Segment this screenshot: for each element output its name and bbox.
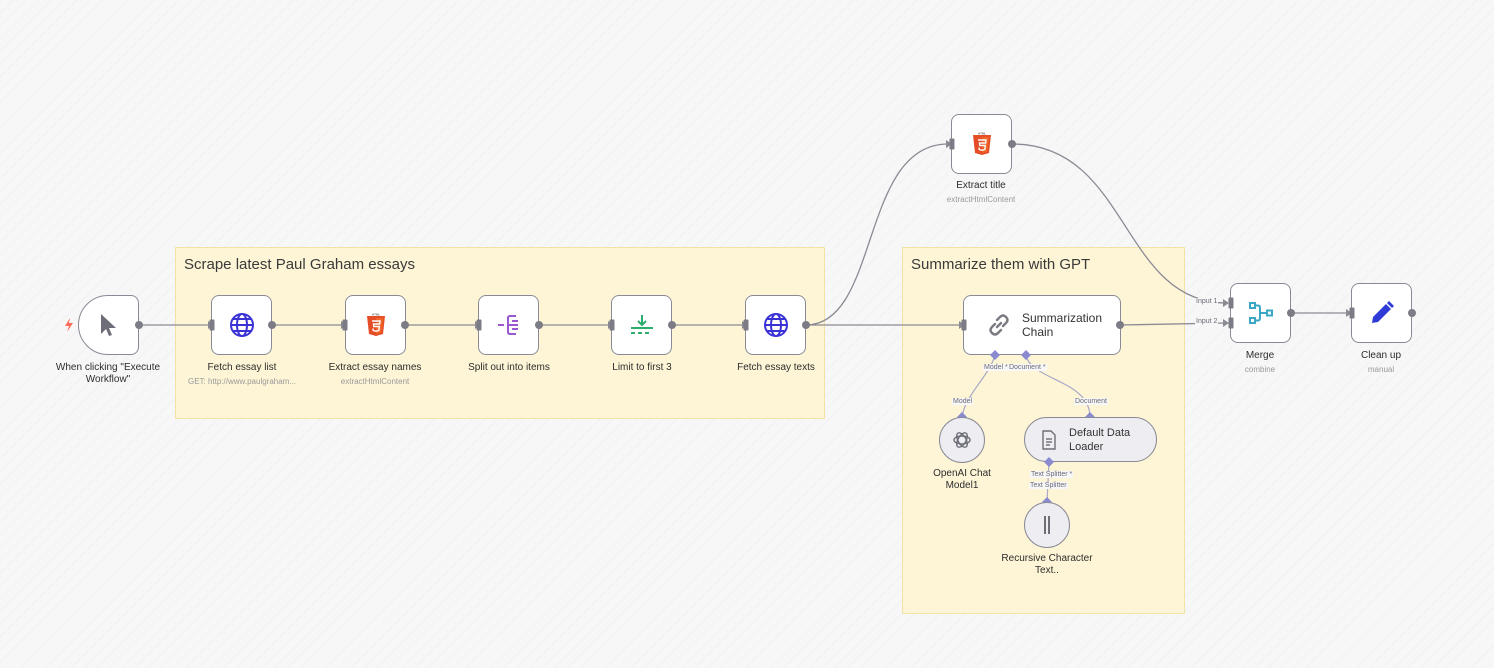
manual-trigger-node[interactable] [78, 295, 139, 355]
globe-icon [229, 312, 255, 338]
handle-label-document-required: Document * [1008, 364, 1047, 371]
fetch-essay-texts-input[interactable] [743, 319, 749, 331]
merge-icon [1248, 301, 1274, 325]
chain-link-icon [986, 312, 1012, 338]
merge-input-2[interactable] [1228, 317, 1234, 329]
handle-label-input-1: Input 1 [1195, 298, 1219, 305]
extract-essay-names-subtitle: extractHtmlContent [340, 377, 410, 386]
handle-label-document: Document [1074, 398, 1108, 405]
extract-title-output[interactable] [1008, 140, 1016, 148]
handle-label-text-splitter-required: Text Splitter * [1030, 471, 1074, 478]
extract-title-title: Extract title [956, 180, 1006, 191]
summarization-chain-output[interactable] [1116, 321, 1124, 329]
split-out-output[interactable] [535, 321, 543, 329]
recursive-splitter-node[interactable] [1024, 502, 1070, 548]
fetch-essay-texts-label: Fetch essay texts [706, 362, 846, 374]
extract-essay-names-output[interactable] [401, 321, 409, 329]
fetch-essay-list-node[interactable] [211, 295, 272, 355]
merge-input-1[interactable] [1228, 297, 1234, 309]
openai-chat-model-title: OpenAI Chat Model1 [933, 468, 991, 491]
fetch-essay-texts-node[interactable] [745, 295, 806, 355]
handle-label-model-required: Model * [983, 364, 1009, 371]
extract-essay-names-title: Extract essay names [328, 362, 422, 373]
fetch-essay-list-label: Fetch essay list GET: http://www.paulgra… [172, 362, 312, 388]
fetch-essay-texts-output[interactable] [802, 321, 810, 329]
merge-label: Merge combine [1190, 350, 1330, 376]
merge-output[interactable] [1287, 309, 1295, 317]
extract-essay-names-input[interactable] [342, 319, 348, 331]
summarization-chain-title: Summarization Chain [1022, 311, 1103, 339]
extract-essay-names-label: Extract essay names extractHtmlContent [305, 362, 445, 388]
manual-trigger-output[interactable] [135, 321, 143, 329]
trigger-bolt-icon [64, 318, 74, 332]
handle-label-input-2: Input 2 [1195, 318, 1219, 325]
merge-subtitle: combine [1244, 365, 1276, 374]
default-data-loader-title: Default Data Loader [1069, 426, 1131, 453]
fetch-essay-list-subtitle: GET: http://www.paulgraham... [187, 377, 297, 386]
openai-icon [951, 429, 973, 451]
fetch-essay-list-input[interactable] [209, 319, 215, 331]
extract-title-label: Extract title extractHtmlContent [911, 180, 1051, 206]
connection-fetch-texts-extract-title [805, 143, 949, 326]
globe-icon [763, 312, 789, 338]
manual-trigger-label: When clicking "Execute Workflow" [48, 362, 168, 386]
limit-title: Limit to first 3 [612, 362, 672, 373]
limit-output[interactable] [668, 321, 676, 329]
limit-icon [629, 314, 655, 336]
pointer-icon [98, 312, 120, 338]
recursive-splitter-label: Recursive Character Text.. [997, 553, 1097, 577]
html5-icon: HTML [972, 132, 992, 156]
limit-node[interactable] [611, 295, 672, 355]
extract-title-subtitle: extractHtmlContent [946, 195, 1016, 204]
split-icon [496, 314, 522, 336]
extract-essay-names-node[interactable]: HTML [345, 295, 406, 355]
extract-title-node[interactable]: HTML [951, 114, 1012, 174]
split-out-label: Split out into items [439, 362, 579, 374]
svg-text:HTML: HTML [371, 313, 379, 317]
clean-up-title: Clean up [1360, 350, 1402, 361]
handle-label-model: Model [952, 398, 974, 405]
merge-node[interactable] [1230, 283, 1291, 343]
handle-label-text-splitter: Text Splitter [1029, 482, 1068, 489]
summarization-chain-node[interactable]: Summarization Chain [963, 295, 1121, 355]
clean-up-label: Clean up manual [1311, 350, 1451, 376]
openai-chat-model-label: OpenAI Chat Model1 [922, 468, 1002, 492]
fetch-essay-texts-title: Fetch essay texts [737, 362, 815, 373]
manual-trigger-title: When clicking "Execute Workflow" [55, 362, 161, 385]
fetch-essay-list-title: Fetch essay list [207, 362, 277, 373]
merge-title: Merge [1245, 350, 1275, 361]
recursive-splitter-title: Recursive Character Text.. [1001, 553, 1093, 576]
clean-up-output[interactable] [1408, 309, 1416, 317]
splitter-icon [1041, 514, 1053, 536]
svg-text:HTML: HTML [977, 132, 985, 136]
default-data-loader-node[interactable]: Default Data Loader [1024, 417, 1157, 462]
document-icon [1041, 429, 1057, 450]
pencil-icon [1369, 300, 1395, 326]
split-out-node[interactable] [478, 295, 539, 355]
split-out-input[interactable] [476, 319, 482, 331]
limit-input[interactable] [609, 319, 615, 331]
openai-chat-model-node[interactable] [939, 417, 985, 463]
clean-up-node[interactable] [1351, 283, 1412, 343]
fetch-essay-list-output[interactable] [268, 321, 276, 329]
clean-up-input[interactable] [1349, 307, 1355, 319]
connection-extract-title-merge [1011, 143, 1228, 304]
limit-label: Limit to first 3 [572, 362, 712, 374]
extract-title-input[interactable] [949, 138, 955, 150]
split-out-title: Split out into items [468, 362, 550, 373]
html5-icon: HTML [366, 313, 386, 337]
summarization-chain-input[interactable] [961, 319, 967, 331]
clean-up-subtitle: manual [1367, 365, 1395, 374]
